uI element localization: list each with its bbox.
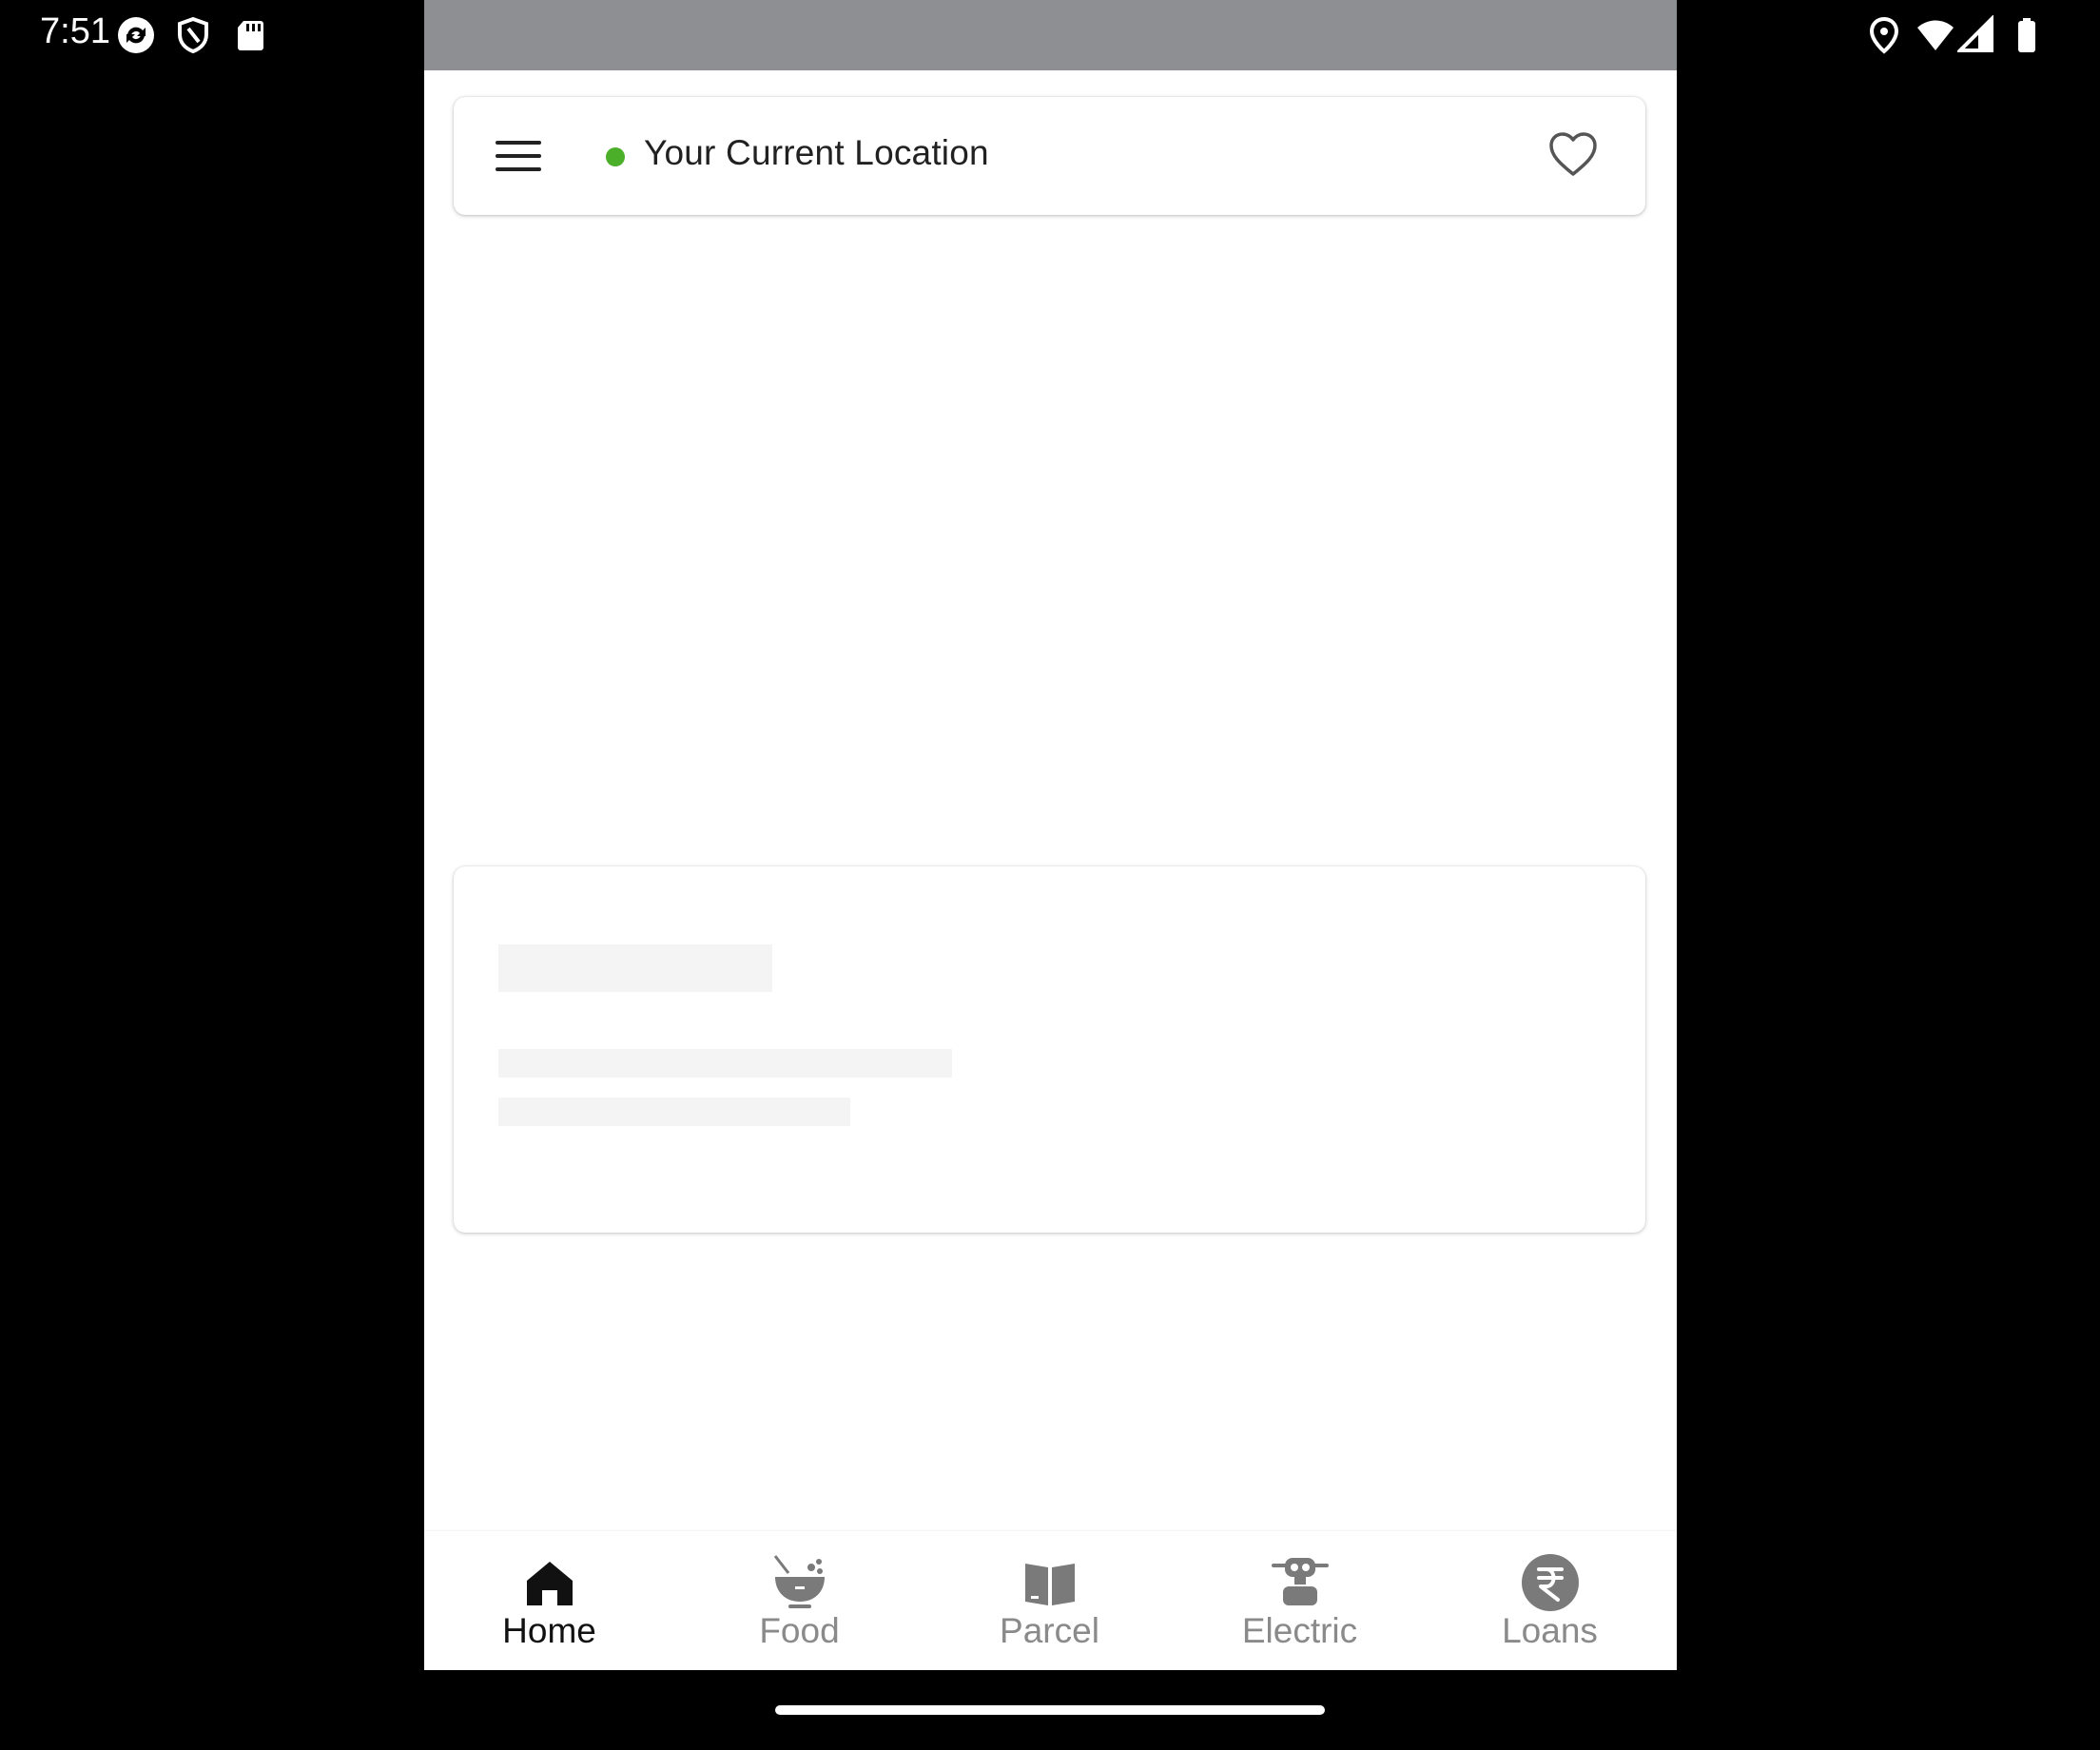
nav-label: Home	[502, 1611, 596, 1650]
electric-scooter-icon	[1271, 1558, 1329, 1605]
status-time: 7:51	[40, 11, 110, 51]
app-status-scrim	[424, 0, 1677, 70]
skeleton-line	[498, 1098, 850, 1126]
nav-label: Parcel	[1000, 1611, 1099, 1650]
home-icon	[526, 1562, 573, 1605]
wifi-icon	[1915, 15, 1955, 55]
app-window: Your Current Location Home Food Parcel E…	[424, 0, 1677, 1670]
food-bowl-icon	[773, 1555, 825, 1608]
gesture-navigation-bar[interactable]	[775, 1705, 1325, 1715]
menu-icon	[496, 141, 541, 171]
nav-label: Food	[759, 1611, 840, 1650]
bottom-navigation: Home Food Parcel Electric Loans	[424, 1531, 1677, 1670]
parcel-box-icon	[1024, 1564, 1075, 1605]
location-icon	[1864, 15, 1904, 55]
sd-card-icon	[230, 15, 270, 55]
skeleton-title	[498, 944, 772, 992]
current-location-label[interactable]: Your Current Location	[644, 133, 989, 173]
battery-icon	[2007, 15, 2047, 55]
nav-item-parcel[interactable]: Parcel	[924, 1531, 1175, 1670]
rupee-icon	[1521, 1554, 1579, 1611]
nav-item-home[interactable]: Home	[424, 1531, 674, 1670]
location-status-dot	[606, 147, 625, 166]
menu-button[interactable]	[492, 133, 545, 179]
nav-label: Loans	[1502, 1611, 1598, 1650]
shield-icon	[173, 15, 213, 55]
nav-item-loans[interactable]: Loans	[1425, 1531, 1675, 1670]
skeleton-line	[498, 1049, 952, 1078]
cellular-signal-icon	[1955, 14, 1997, 55]
nav-item-electric[interactable]: Electric	[1175, 1531, 1425, 1670]
sync-icon	[116, 15, 156, 55]
heart-outline-icon	[1549, 132, 1597, 176]
nav-item-food[interactable]: Food	[674, 1531, 924, 1670]
loading-card	[454, 866, 1645, 1233]
location-top-bar: Your Current Location	[454, 97, 1645, 215]
favorites-button[interactable]	[1547, 131, 1599, 179]
nav-label: Electric	[1241, 1611, 1358, 1650]
